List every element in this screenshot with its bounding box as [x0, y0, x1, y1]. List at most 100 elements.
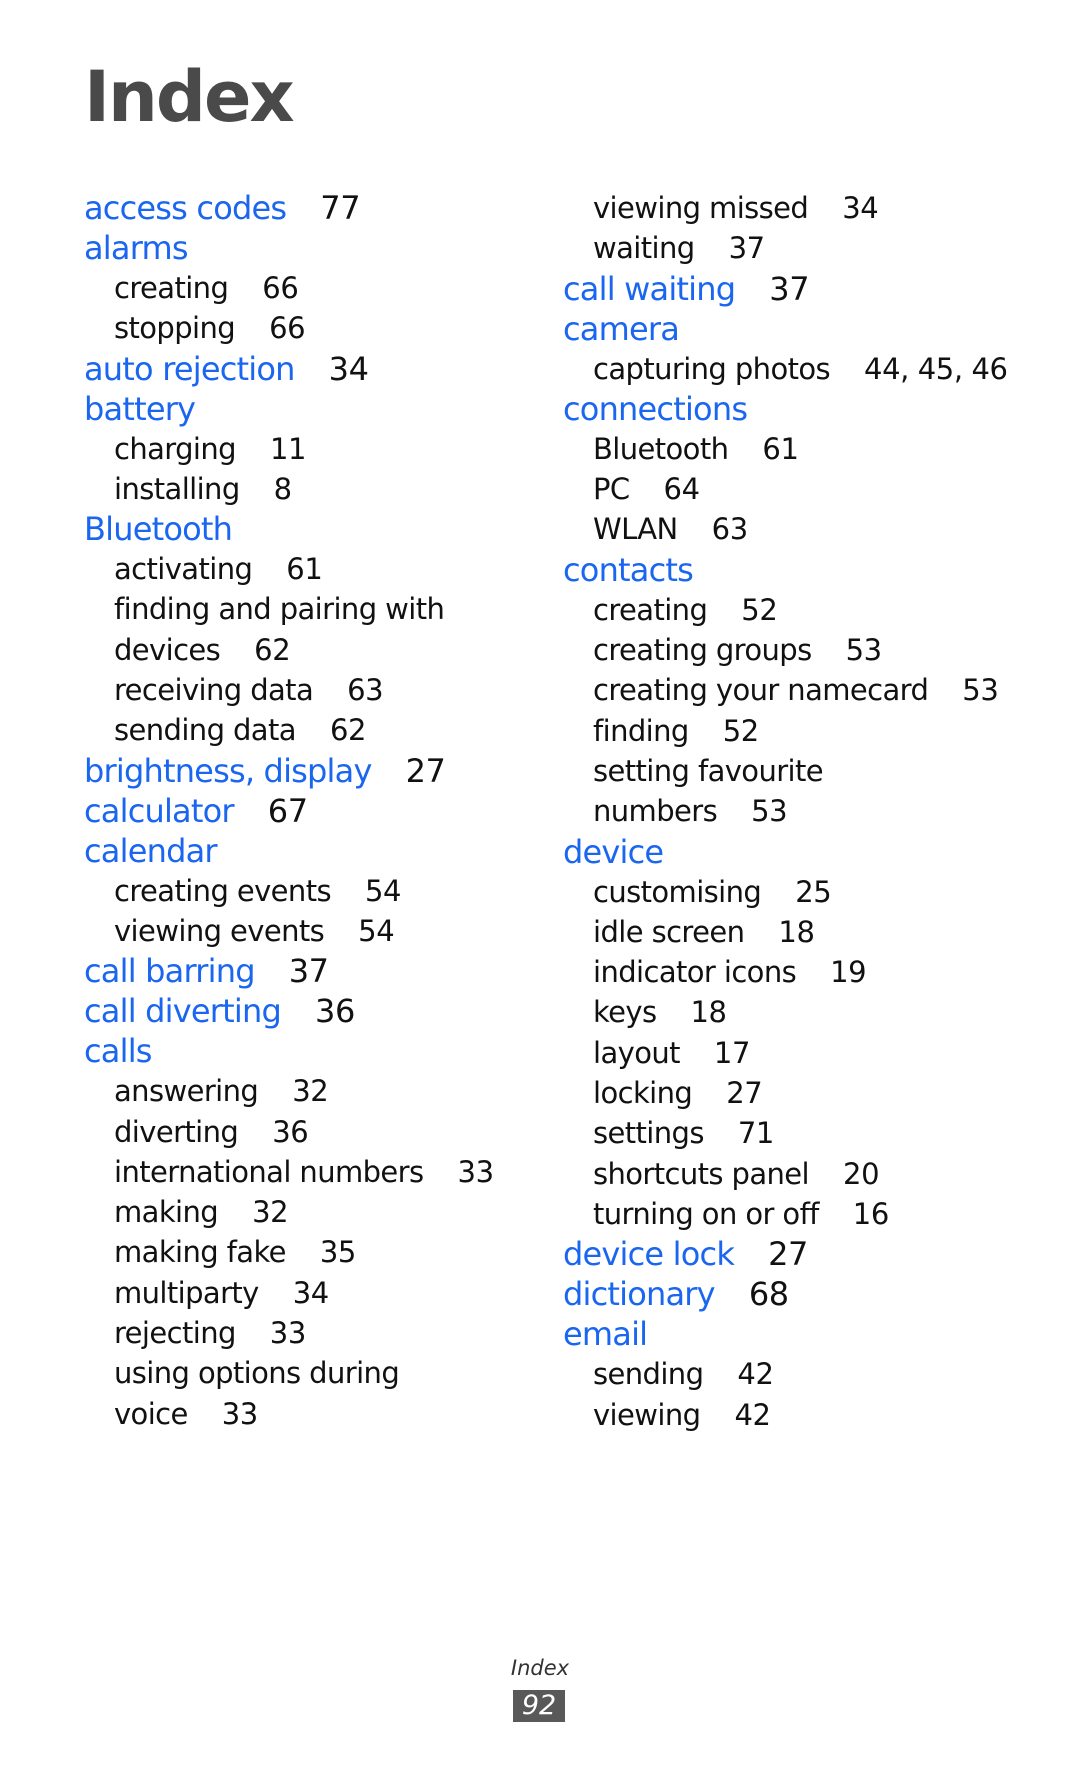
- subentry-text: customising: [593, 874, 762, 909]
- index-term-link[interactable]: calculator 67: [84, 791, 544, 831]
- subentry-text: shortcuts panel: [593, 1156, 810, 1191]
- subentry-text: multiparty: [114, 1275, 259, 1310]
- subentry-text: making: [114, 1195, 219, 1230]
- index-entry: dictionary 68: [563, 1274, 1023, 1314]
- index-entry: call diverting 36: [84, 991, 544, 1031]
- index-term: alarms: [84, 229, 189, 267]
- index-term-link[interactable]: contacts: [563, 550, 1023, 590]
- page-reference: 53: [845, 633, 883, 668]
- index-entry: call waiting 37: [563, 269, 1023, 309]
- page-reference: 67: [267, 791, 308, 830]
- index-subentry: capturing photos 44, 45, 46: [563, 349, 1023, 389]
- page-reference: 62: [254, 632, 291, 667]
- index-term-link[interactable]: alarms: [84, 228, 544, 268]
- index-subentry: using options during: [84, 1353, 544, 1393]
- index-subentry: multiparty 34: [84, 1273, 544, 1313]
- index-term-link[interactable]: call waiting 37: [563, 269, 1023, 309]
- index-entry: calls answering 32 diverting 36 international…: [84, 1031, 544, 1434]
- subentry-text: setting favourite: [593, 753, 824, 788]
- subentry-text: keys: [593, 995, 657, 1030]
- index-subentry: WLAN 63: [563, 509, 1023, 549]
- index-subentry: creating 66: [84, 268, 544, 308]
- index-subentry: activating 61: [84, 549, 544, 589]
- page-reference: 53: [751, 794, 788, 829]
- subentry-text: Bluetooth: [593, 431, 729, 466]
- page-reference: 32: [292, 1074, 329, 1109]
- index-entry: access codes 77: [84, 188, 544, 228]
- index-term: calendar: [84, 831, 218, 870]
- subentry-text: waiting: [593, 231, 695, 266]
- page-reference: 36: [314, 992, 355, 1031]
- index-term-link[interactable]: call barring 37: [84, 951, 544, 991]
- index-term-link[interactable]: calls: [84, 1031, 544, 1071]
- index-term-link[interactable]: brightness, display 27: [84, 751, 544, 791]
- page-reference: 27: [768, 1235, 808, 1274]
- index-column-right: viewing missed 34 waiting 37 call waiting 37 c…: [563, 188, 1023, 1435]
- index-subentry: rejecting 33: [84, 1313, 544, 1353]
- page-reference: 44, 45, 46: [864, 351, 1008, 386]
- index-term: battery: [84, 389, 196, 428]
- index-term-link[interactable]: auto rejection 34: [84, 349, 544, 389]
- page-reference: 68: [748, 1275, 789, 1314]
- index-column-left: access codes 77 alarms creating 66 stopping 66…: [84, 188, 544, 1434]
- index-term-link[interactable]: device lock 27: [563, 1234, 1023, 1274]
- subentry-text: international numbers: [114, 1154, 424, 1189]
- index-subentry: shortcuts panel 20: [563, 1154, 1023, 1194]
- subentry-text: creating your namecard: [593, 673, 929, 708]
- index-subentry: receiving data 63: [84, 670, 544, 710]
- index-subentry: creating groups 53: [563, 630, 1023, 670]
- page-reference: 53: [962, 673, 999, 708]
- subentry-text: settings: [593, 1116, 704, 1151]
- index-term: brightness, display: [84, 751, 372, 790]
- page-reference: 36: [272, 1114, 309, 1149]
- index-subentry: locking 27: [563, 1073, 1023, 1113]
- page-reference: 66: [269, 311, 306, 346]
- page-reference: 33: [221, 1396, 259, 1431]
- page-reference: 54: [364, 873, 402, 908]
- index-subentry: customising 25: [563, 872, 1023, 912]
- page-reference: 18: [690, 995, 727, 1030]
- index-subentry: indicator icons 19: [563, 952, 1023, 992]
- subentry-text: capturing photos: [593, 351, 831, 386]
- subentry-text: using options during: [114, 1356, 400, 1391]
- index-term-link[interactable]: access codes 77: [84, 188, 544, 228]
- page-reference: 63: [347, 673, 384, 708]
- page-reference: 42: [734, 1397, 771, 1432]
- index-term: calls: [84, 1032, 152, 1071]
- subentry-text: indicator icons: [593, 955, 797, 990]
- page-reference: 52: [741, 592, 778, 627]
- index-term: calculator: [84, 791, 235, 830]
- index-subentry: layout 17: [563, 1033, 1023, 1073]
- index-subentry: settings 71: [563, 1113, 1023, 1153]
- index-subentry: sending data 62: [84, 710, 544, 750]
- index-term-link[interactable]: device: [563, 832, 1023, 872]
- subentry-text: stopping: [114, 311, 236, 346]
- index-entry: auto rejection 34: [84, 349, 544, 389]
- index-subentry: creating events 54: [84, 871, 544, 911]
- page-reference: 64: [663, 472, 701, 507]
- subentry-text: devices: [114, 632, 221, 667]
- page-reference: 42: [737, 1357, 774, 1392]
- page-title: Index: [84, 56, 295, 138]
- index-entry: battery charging 11 installing 8: [84, 389, 544, 510]
- subentry-text: activating: [114, 552, 253, 587]
- index-term-link[interactable]: calendar: [84, 831, 544, 871]
- index-subentry: international numbers 33: [84, 1152, 544, 1192]
- page-reference: 77: [320, 189, 361, 227]
- index-subentry: keys 18: [563, 992, 1023, 1032]
- index-term-link[interactable]: camera: [563, 309, 1023, 349]
- page-reference: 62: [329, 713, 367, 748]
- index-term-link[interactable]: battery: [84, 389, 544, 429]
- index-term-link[interactable]: email: [563, 1314, 1023, 1354]
- index-entry: alarms creating 66 stopping 66: [84, 228, 544, 349]
- index-term-link[interactable]: dictionary 68: [563, 1274, 1023, 1314]
- subentry-text: installing: [114, 471, 240, 506]
- index-term-link[interactable]: call diverting 36: [84, 991, 544, 1031]
- subentry-text: diverting: [114, 1114, 239, 1149]
- index-entry: viewing missed 34 waiting 37: [563, 188, 1023, 269]
- page-reference: 37: [288, 952, 329, 991]
- page-reference: 27: [726, 1076, 763, 1111]
- subentry-text: turning on or off: [593, 1196, 819, 1231]
- index-term-link[interactable]: Bluetooth: [84, 509, 544, 549]
- index-term-link[interactable]: connections: [563, 389, 1023, 429]
